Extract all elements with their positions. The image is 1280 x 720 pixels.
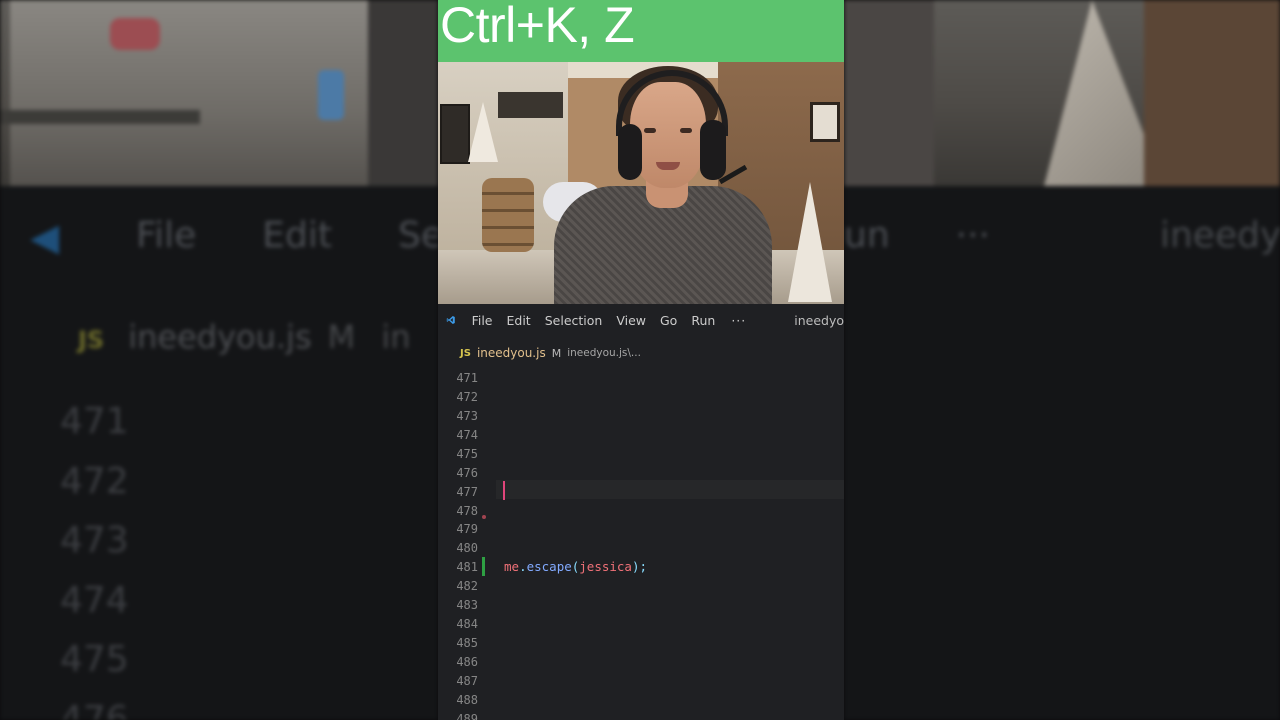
menu-view[interactable]: View	[616, 313, 646, 328]
line-number: 472	[456, 390, 478, 404]
blurred-room-left	[0, 0, 438, 186]
line-number: 487	[456, 674, 478, 688]
presenter	[550, 62, 776, 304]
line-number: 484	[456, 617, 478, 631]
line-number: 474	[456, 428, 478, 442]
blurred-background-right: un ··· ineedyo	[844, 0, 1280, 720]
video-panel: Ctrl+K, Z File Edit Selection View Go Ru…	[438, 0, 844, 720]
code-editor[interactable]: 471 472 473 474 475 476 477 478 479 480 …	[438, 370, 844, 720]
menubar: File Edit Selection View Go Run ··· inee…	[438, 304, 844, 336]
menu-run[interactable]: Run	[691, 313, 715, 328]
blurred-room-right	[844, 0, 1280, 186]
code-token-argument: jessica	[579, 559, 632, 574]
text-cursor	[503, 481, 505, 500]
line-number: 485	[456, 636, 478, 650]
menu-file[interactable]: File	[472, 313, 493, 328]
git-modified-indicator	[482, 557, 485, 576]
line-number: 476	[456, 466, 478, 480]
line-number: 479	[456, 522, 478, 536]
line-number: 480	[456, 541, 478, 555]
editor-tab[interactable]: JS ineedyou.js M ineedyou.js\...	[438, 336, 844, 370]
vscode-logo-icon: ◀	[30, 215, 60, 259]
fold-indicator-icon	[482, 515, 486, 519]
modified-badge: M	[551, 346, 562, 360]
line-number: 483	[456, 598, 478, 612]
line-number: 471	[456, 371, 478, 385]
menu-selection[interactable]: Selection	[545, 313, 603, 328]
code-token-object: me	[504, 559, 520, 574]
line-number: 475	[456, 447, 478, 461]
code-token-method: escape	[526, 559, 572, 574]
vscode-logo-icon	[446, 316, 455, 324]
javascript-file-icon: JS	[460, 347, 471, 359]
line-number: 473	[456, 409, 478, 423]
line-number: 488	[456, 693, 478, 707]
shortcut-caption-banner: Ctrl+K, Z	[438, 0, 844, 62]
line-number: 489	[456, 712, 478, 720]
blurred-menubar-left: ◀ File Edit Sele	[30, 215, 438, 259]
webcam-video	[438, 62, 844, 304]
window-title: ineedyo	[794, 312, 844, 328]
menu-edit[interactable]: Edit	[507, 313, 531, 328]
line-number: 486	[456, 655, 478, 669]
code-token-dot: .	[519, 559, 527, 574]
barrel	[482, 178, 534, 252]
line-number: 481	[456, 560, 478, 574]
blurred-menubar-right: un ··· ineedyo	[844, 215, 1280, 256]
blurred-line-numbers: 471 472 473 474 475 476	[60, 401, 129, 720]
menu-go[interactable]: Go	[660, 313, 677, 328]
code-token-close: );	[631, 559, 648, 574]
headphones	[618, 124, 642, 180]
line-number: 482	[456, 579, 478, 593]
blurred-tab-left: JS ineedyou.js M in	[78, 318, 411, 356]
tab-path: ineedyou.js\...	[567, 347, 641, 359]
more-menu-icon[interactable]: ···	[731, 313, 746, 328]
blurred-background-left: ◀ File Edit Sele JSineedyou.jsM in 471 4…	[0, 0, 438, 720]
line-number: 477	[456, 485, 478, 499]
line-number: 478	[456, 504, 478, 518]
shortcut-caption: Ctrl+K, Z	[440, 0, 635, 53]
tab-filename: ineedyou.js	[476, 346, 546, 360]
code-line[interactable]: me.escape(jessica);	[504, 557, 647, 576]
